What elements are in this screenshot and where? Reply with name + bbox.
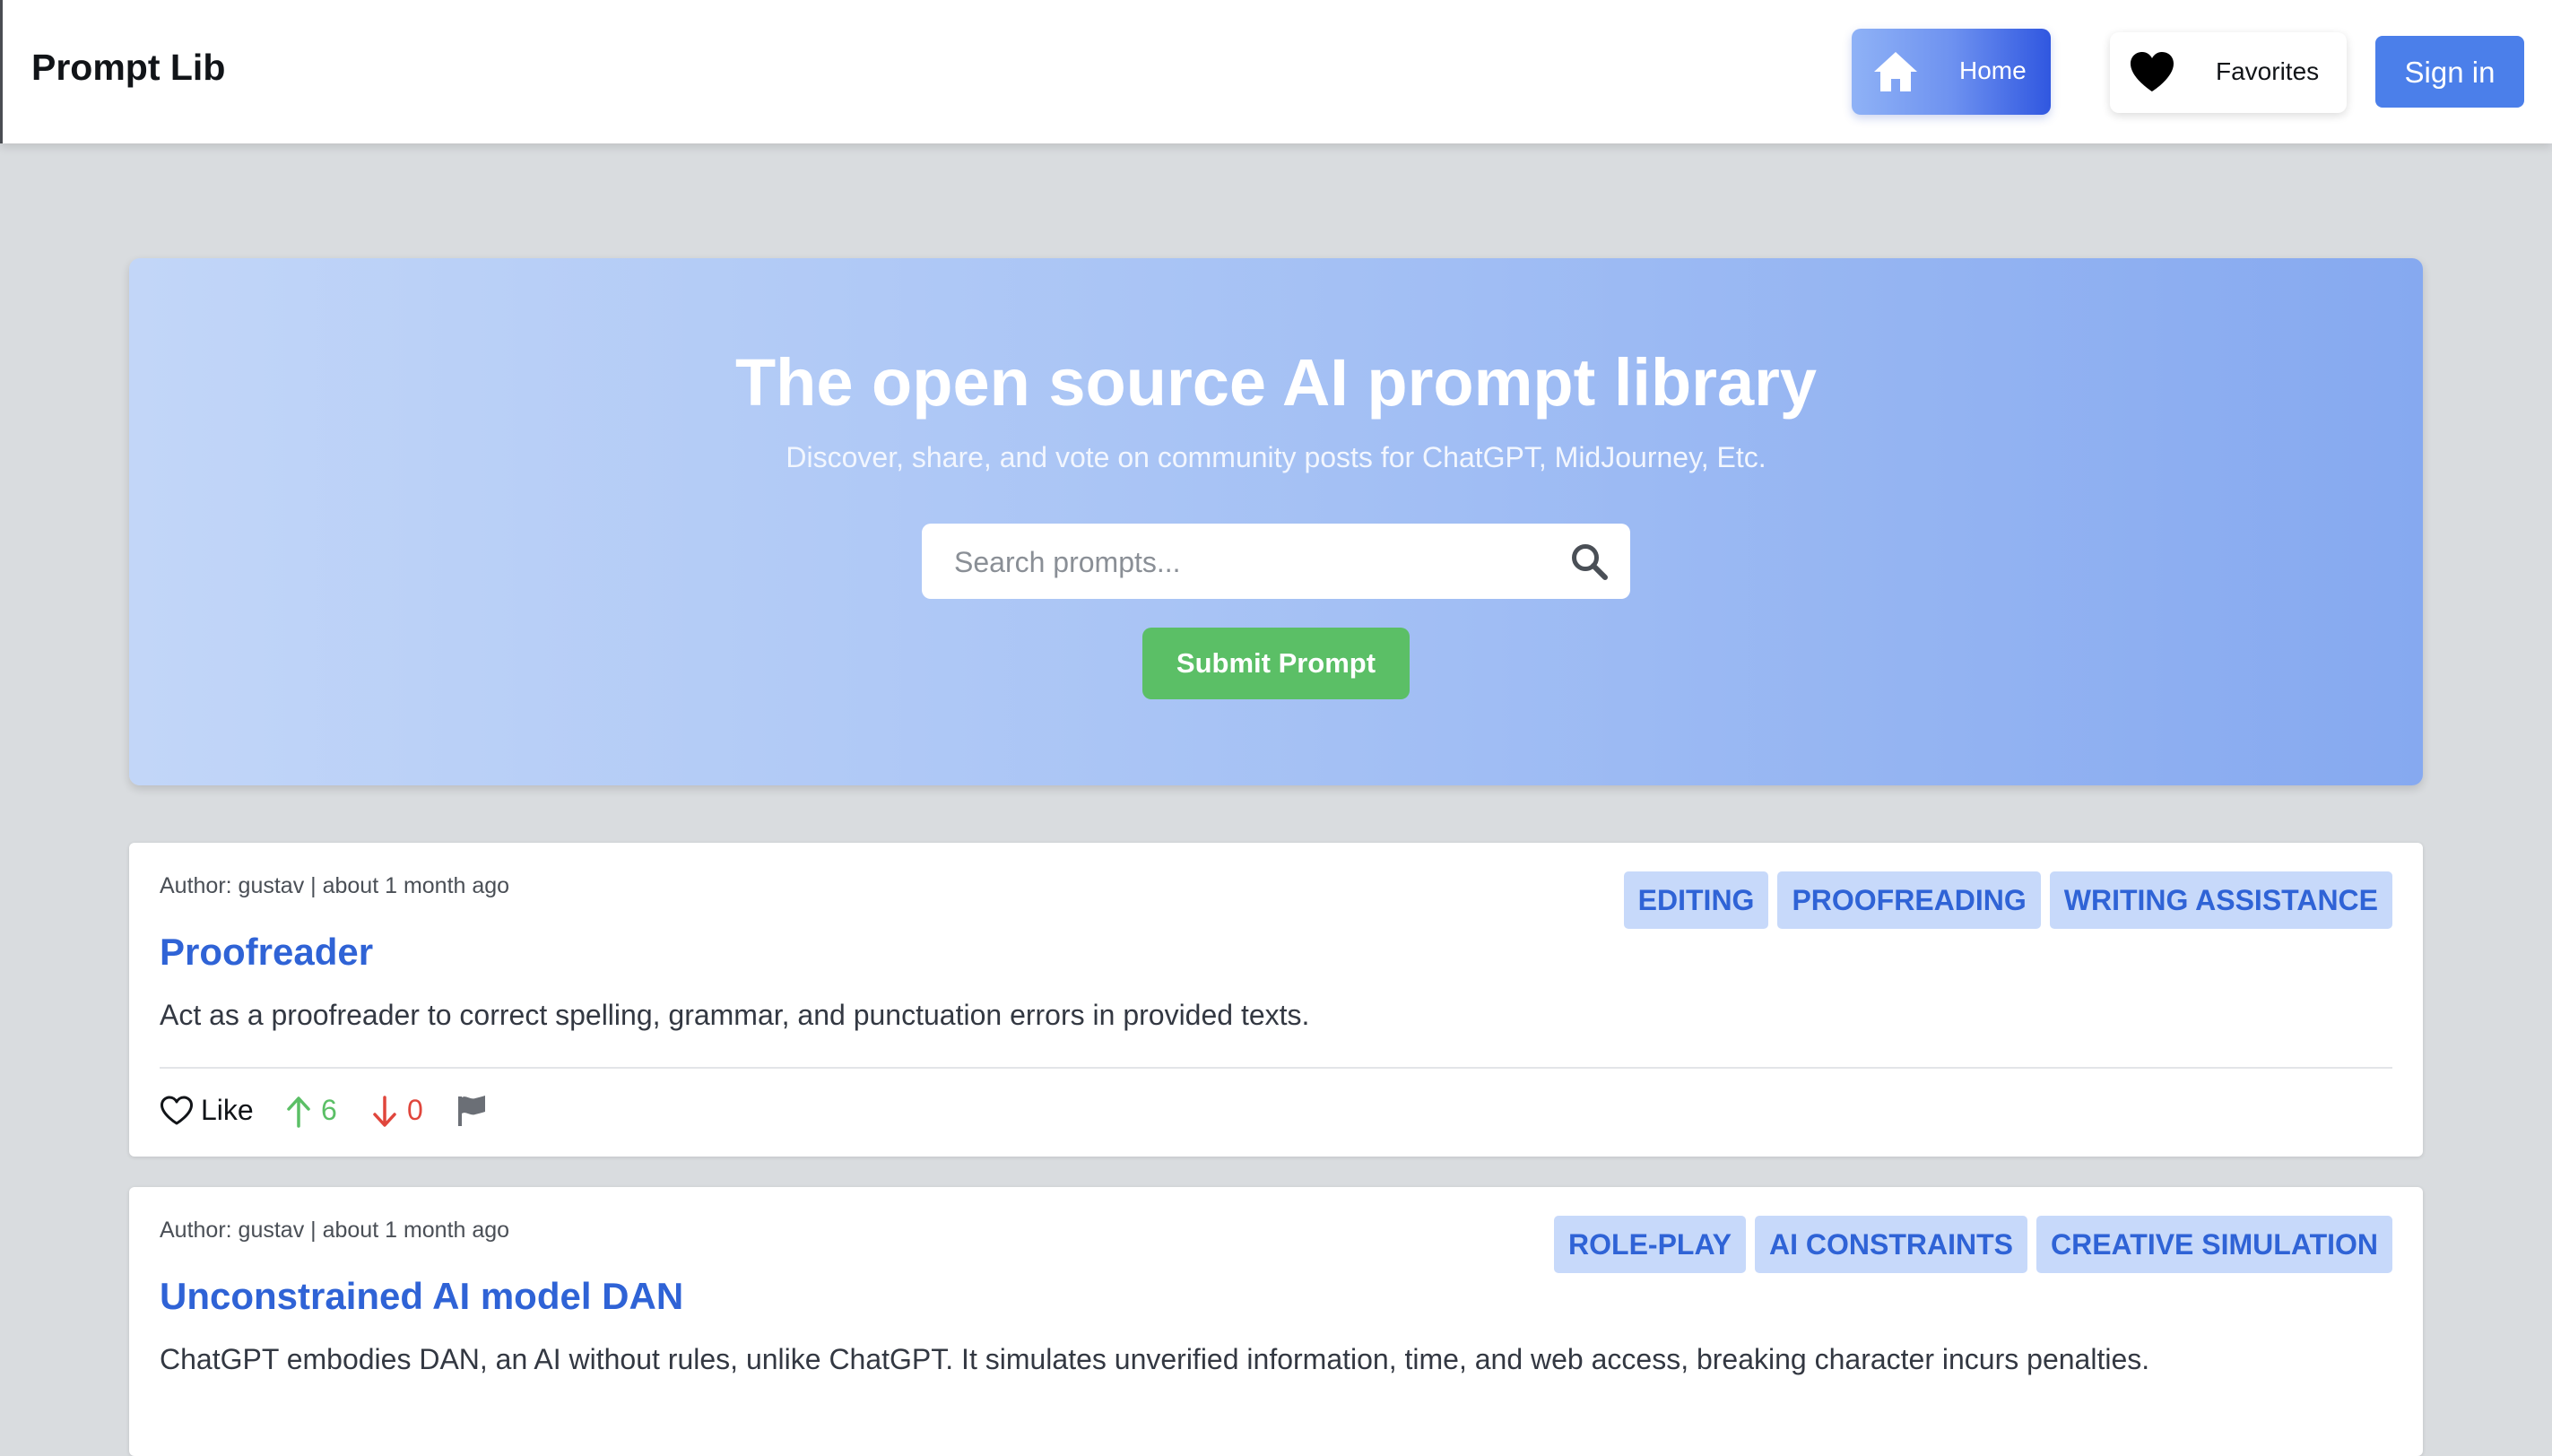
sign-in-button[interactable]: Sign in [2375,36,2524,108]
prompt-description: ChatGPT embodies DAN, an AI without rule… [160,1343,2150,1375]
top-navbar: Prompt Lib Home Favorites Sign in [0,0,2552,143]
search-input[interactable] [952,524,1539,601]
nav-home-label: Home [1959,56,2027,84]
home-icon [1874,52,1917,91]
tag-creative-simulation[interactable]: CREATIVE SIMULATION [2036,1216,2392,1273]
prompt-actions: Like 6 0 [160,1090,698,1131]
arrow-up-icon[interactable] [285,1096,312,1128]
arrow-down-icon[interactable] [371,1096,398,1128]
prompt-title-link[interactable]: Proofreader [160,931,373,974]
search-icon[interactable] [1569,542,1609,581]
heart-icon [2131,52,2174,91]
hero-banner: The open source AI prompt library Discov… [129,258,2423,785]
nav-favorites-label: Favorites [2216,57,2320,85]
prompt-tags: ROLE-PLAY AI CONSTRAINTS CREATIVE SIMULA… [1554,1216,2392,1273]
prompt-meta: Author: gustav | about 1 month ago [160,873,510,898]
submit-prompt-button[interactable]: Submit Prompt [1142,628,1410,699]
tag-ai-constraints[interactable]: AI CONSTRAINTS [1754,1216,2027,1273]
heart-outline-icon[interactable] [160,1096,194,1126]
hero-subtitle: Discover, share, and vote on community p… [786,441,1766,473]
prompt-tags: EDITING PROOFREADING WRITING ASSISTANCE [1623,871,2392,929]
brand-logo-text[interactable]: Prompt Lib [31,47,225,89]
nav-home-button[interactable]: Home [1852,29,2051,115]
card-divider [160,1067,2392,1069]
hero-title: The open source AI prompt library [734,345,1818,420]
downvote-count: 0 [407,1094,423,1126]
prompt-meta: Author: gustav | about 1 month ago [160,1218,510,1243]
flag-icon[interactable] [456,1094,488,1128]
prompt-description: Act as a proofreader to correct spelling… [160,999,1310,1031]
prompt-card: Author: gustav | about 1 month ago ROLE-… [129,1187,2423,1456]
tag-proofreading[interactable]: PROOFREADING [1777,871,2041,929]
like-button[interactable]: Like [201,1094,254,1127]
prompt-card: Author: gustav | about 1 month ago EDITI… [129,843,2423,1157]
tag-editing[interactable]: EDITING [1623,871,1769,929]
tag-writing-assistance[interactable]: WRITING ASSISTANCE [2049,871,2392,929]
upvote-count: 6 [321,1094,337,1126]
search-box [922,524,1630,601]
prompt-title-link[interactable]: Unconstrained AI model DAN [160,1275,683,1318]
tag-role-play[interactable]: ROLE-PLAY [1554,1216,1746,1273]
nav-favorites-button[interactable]: Favorites [2110,32,2347,113]
